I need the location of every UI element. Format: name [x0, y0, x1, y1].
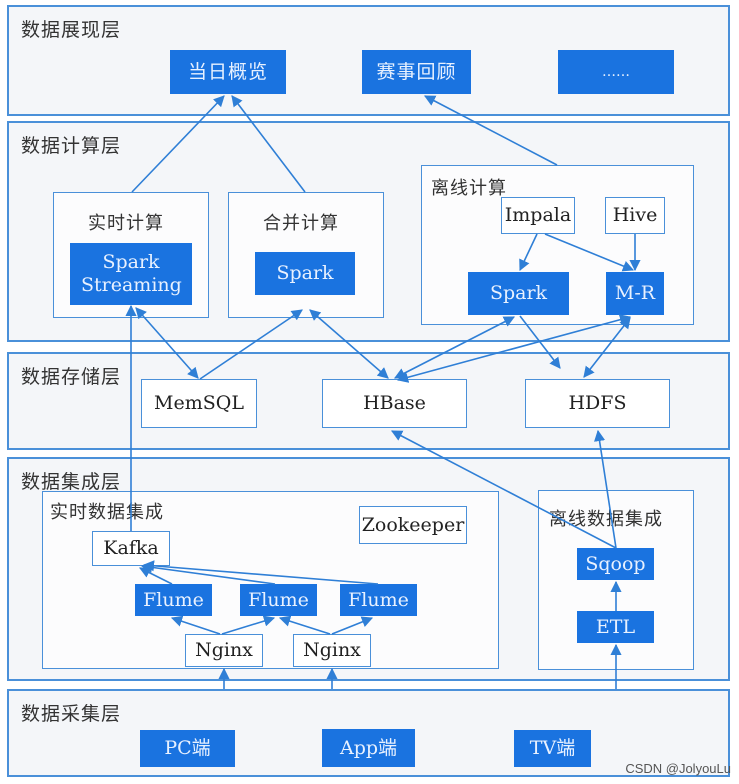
- realtime-compute-title: 实时计算: [88, 213, 164, 234]
- more-node: ……: [558, 50, 674, 94]
- storage-layer-title: 数据存储层: [21, 366, 122, 388]
- kafka-node: Kafka: [92, 531, 170, 566]
- hdfs-node: HDFS: [525, 379, 670, 428]
- integration-layer-title: 数据集成层: [21, 471, 122, 493]
- offline-integration-title: 离线数据集成: [549, 509, 663, 530]
- hive-node: Hive: [605, 197, 665, 234]
- memsql-node: MemSQL: [141, 379, 257, 428]
- sqoop-node: Sqoop: [577, 548, 654, 580]
- etl-node: ETL: [577, 611, 654, 643]
- nginx-node-2: Nginx: [293, 634, 371, 667]
- daily-overview-node: 当日概览: [170, 50, 286, 94]
- spark-streaming-label: Spark Streaming: [81, 251, 182, 296]
- mapreduce-node: M-R: [606, 272, 664, 315]
- nginx-node-1: Nginx: [185, 634, 263, 667]
- spark-streaming-node: Spark Streaming: [70, 243, 192, 305]
- offline-integration-group: 离线数据集成: [538, 490, 694, 670]
- presentation-layer-title: 数据展现层: [21, 19, 122, 41]
- compute-layer-title: 数据计算层: [21, 135, 122, 157]
- collection-layer-title: 数据采集层: [21, 703, 122, 725]
- match-review-node: 赛事回顾: [362, 50, 471, 94]
- hbase-node: HBase: [322, 379, 467, 428]
- pc-client-node: PC端: [140, 730, 235, 767]
- impala-node: Impala: [501, 197, 575, 234]
- tv-client-node: TV端: [514, 730, 591, 767]
- flume-node-2: Flume: [240, 584, 317, 616]
- merge-compute-title: 合并计算: [263, 213, 339, 234]
- zookeeper-node: Zookeeper: [359, 506, 467, 544]
- flume-node-3: Flume: [340, 584, 417, 616]
- offline-compute-title: 离线计算: [431, 178, 507, 199]
- realtime-integration-title: 实时数据集成: [50, 502, 164, 523]
- app-client-node: App端: [322, 729, 415, 767]
- offline-spark-node: Spark: [468, 272, 569, 315]
- flume-node-1: Flume: [135, 584, 212, 616]
- merge-spark-node: Spark: [255, 252, 355, 295]
- watermark: CSDN @JolyouLu: [625, 761, 731, 776]
